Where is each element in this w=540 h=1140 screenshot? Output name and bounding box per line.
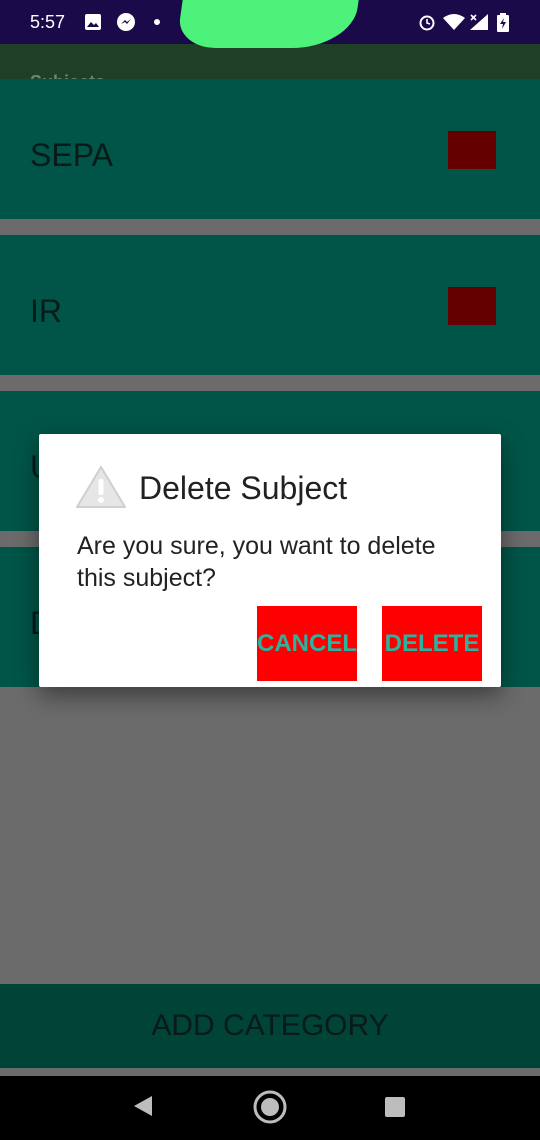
dialog-message: Are you sure, you want to delete this su… [77,532,436,592]
signal-icon [468,13,490,31]
messenger-icon [116,12,136,32]
notification-dot-icon [154,19,160,25]
home-icon[interactable] [253,1090,287,1129]
recent-apps-icon[interactable] [385,1097,405,1117]
warning-icon [75,464,127,515]
wifi-icon [442,13,466,31]
delete-subject-dialog: Delete Subject Are you sure, you want to… [39,434,501,687]
battery-icon [496,13,510,32]
cancel-button[interactable]: CANCEL [257,606,357,681]
overlay-blob [175,0,361,48]
alarm-icon [418,13,436,31]
delete-button[interactable]: DELETE [382,606,482,681]
dialog-title: Delete Subject [139,470,348,506]
navigation-bar [0,1076,540,1140]
status-time: 5:57 [30,12,66,32]
image-icon [84,13,102,31]
back-icon[interactable] [132,1094,154,1123]
status-bar: 5:57 [0,0,540,48]
